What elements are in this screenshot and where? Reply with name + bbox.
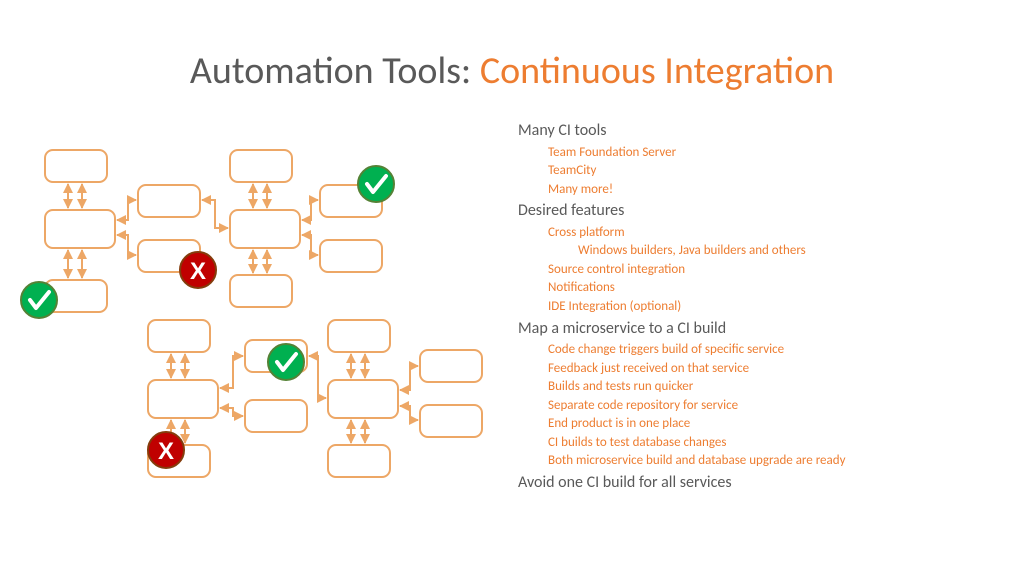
slide: Automation Tools: Continuous Integration [0, 0, 1024, 576]
bullet: Both microservice build and database upg… [548, 452, 998, 470]
bullet: Cross platform [548, 224, 998, 242]
title-accent: Continuous Integration [480, 48, 834, 94]
status-check-icon [358, 166, 394, 202]
bullet: Many more! [548, 181, 998, 199]
slide-title: Automation Tools: Continuous Integration [0, 48, 1024, 94]
heading-ci-tools: Many CI tools [518, 120, 998, 142]
bullet: Builds and tests run quicker [548, 378, 998, 396]
heading-map-microservice: Map a microservice to a CI build [518, 318, 998, 340]
svg-text:X: X [158, 438, 174, 465]
svg-text:X: X [190, 258, 206, 285]
status-fail-icon: X [148, 432, 184, 468]
bullet: CI builds to test database changes [548, 434, 998, 452]
heading-desired-features: Desired features [518, 200, 998, 222]
ci-diagram: X X [20, 140, 500, 520]
bullet: End product is in one place [548, 415, 998, 433]
bullet: Feedback just received on that service [548, 360, 998, 378]
bullet: Code change triggers build of specific s… [548, 341, 998, 359]
status-check-icon [268, 344, 304, 380]
content-outline: Many CI tools Team Foundation Server Tea… [518, 118, 998, 496]
bullet: Notifications [548, 279, 998, 297]
title-prefix: Automation Tools: [190, 48, 480, 94]
bullet: Team Foundation Server [548, 144, 998, 162]
bullet: Separate code repository for service [548, 397, 998, 415]
status-check-icon [21, 282, 57, 318]
status-fail-icon: X [180, 252, 216, 288]
bullet: TeamCity [548, 162, 998, 180]
bullet: Source control integration [548, 261, 998, 279]
bullet: IDE Integration (optional) [548, 298, 998, 316]
heading-avoid-one-build: Avoid one CI build for all services [518, 472, 998, 494]
sub-bullet: Windows builders, Java builders and othe… [578, 242, 998, 260]
